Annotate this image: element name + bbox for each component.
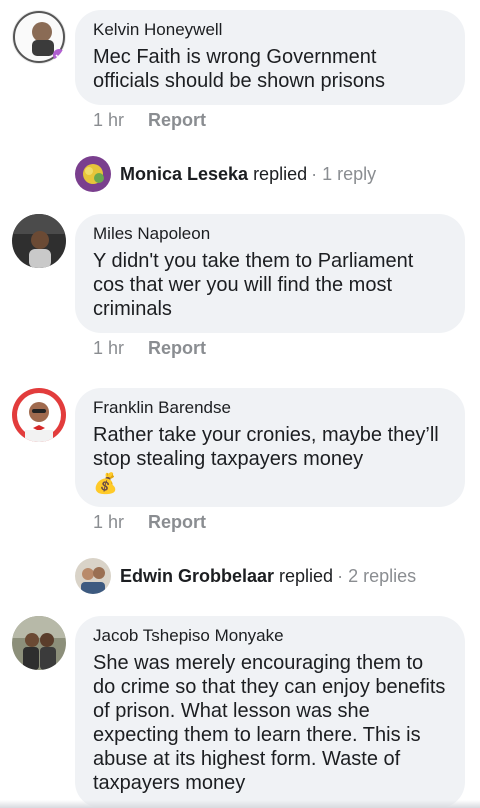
replied-label: replied (253, 163, 308, 184)
replier-name[interactable]: Edwin Grobbelaar (120, 566, 274, 587)
comment-bubble: Franklin Barendse Rather take your croni… (75, 388, 465, 507)
comment-time: 1 hr (93, 338, 125, 358)
reply-count[interactable]: · 1 reply (311, 164, 376, 185)
comment-meta: 1 hr Report (93, 110, 206, 131)
report-link[interactable]: Report (148, 512, 206, 533)
avatar-jacob[interactable] (12, 616, 66, 670)
comment-author[interactable]: Jacob Tshepiso Monyake (93, 626, 447, 646)
replies-link[interactable]: Edwin Grobbelaar replied · 2 replies (75, 558, 416, 594)
scroll-shadow (0, 800, 480, 808)
avatar-monica (75, 156, 111, 192)
report-link[interactable]: Report (148, 110, 206, 131)
comment-meta: 1 hr Report (93, 338, 206, 359)
comment-author[interactable]: Miles Napoleon (93, 224, 447, 244)
comment-text: Rather take your cronies, maybe they’ll … (93, 424, 439, 470)
comment-text: She was merely encouraging them to do cr… (93, 652, 446, 794)
comment-meta: 1 hr Report (93, 512, 206, 533)
comment-bubble: Kelvin Honeywell Mec Faith is wrong Gove… (75, 10, 465, 105)
comment-text: Mec Faith is wrong Government officials … (93, 46, 386, 92)
comment-bubble: Jacob Tshepiso Monyake She was merely en… (75, 616, 465, 808)
replies-link[interactable]: Monica Leseka replied · 1 reply (75, 156, 376, 192)
reply-count[interactable]: · 2 replies (337, 566, 416, 587)
avatar-kelvin[interactable] (12, 10, 66, 64)
replied-label: replied (279, 565, 334, 586)
money-bag-icon: 💰 (93, 473, 118, 495)
comment-text: Y didn't you take them to Parliament cos… (93, 250, 414, 320)
comment-time: 1 hr (93, 512, 125, 532)
avatar-edwin (75, 558, 111, 594)
avatar-miles[interactable] (12, 214, 66, 268)
comment-time: 1 hr (93, 110, 125, 130)
comment-author[interactable]: Kelvin Honeywell (93, 20, 447, 40)
comment-bubble: Miles Napoleon Y didn't you take them to… (75, 214, 465, 333)
comment-author[interactable]: Franklin Barendse (93, 398, 447, 418)
replier-name[interactable]: Monica Leseka (120, 164, 248, 185)
report-link[interactable]: Report (148, 338, 206, 359)
avatar-franklin[interactable] (12, 388, 66, 442)
